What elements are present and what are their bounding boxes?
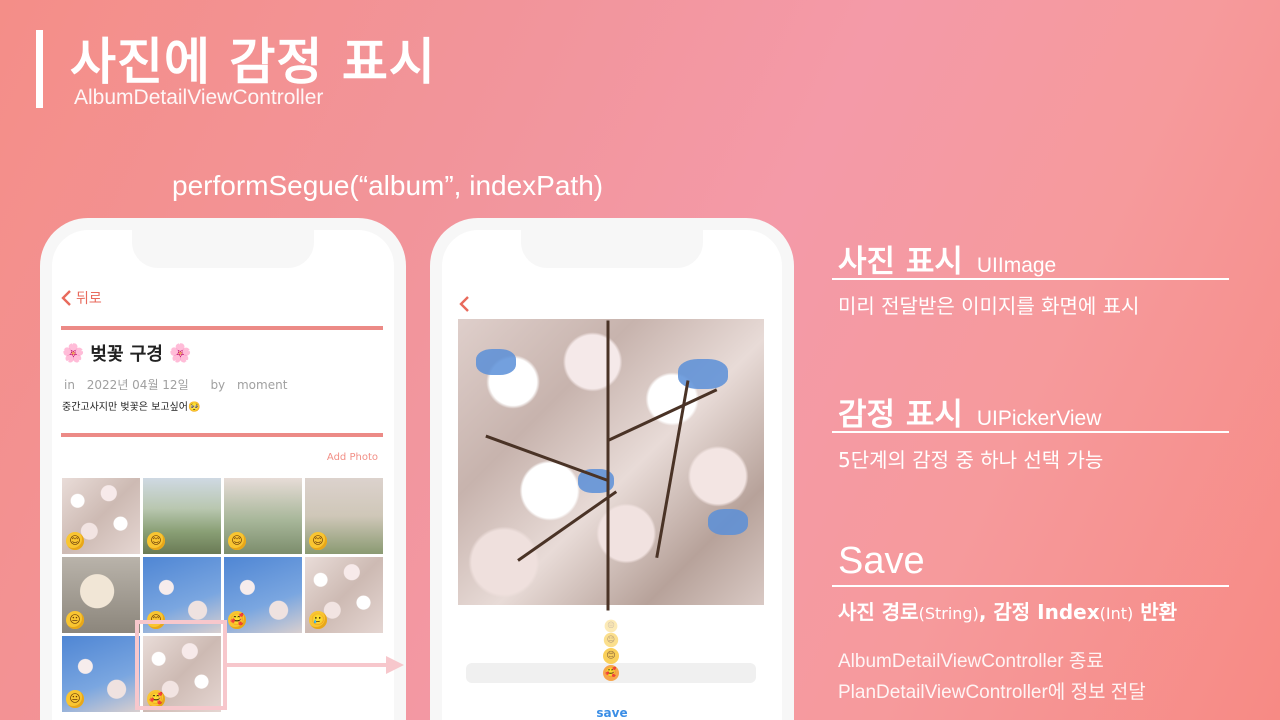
emotion-badge: 😊 [309, 532, 327, 550]
save-section-description: 사진 경로(String), 감정 Index(Int) 반환 [838, 596, 1177, 625]
save-desc-index: 감정 Index [993, 600, 1100, 624]
emotion-badge: 😊 [228, 532, 246, 550]
tree-branch [655, 380, 690, 559]
title-accent-bar [36, 30, 43, 108]
back-label: 뒤로 [76, 291, 102, 307]
photo-tile[interactable]: 🥰 [224, 557, 302, 633]
photo-tile[interactable]: 😐 [62, 636, 140, 712]
photo-tile[interactable]: 😊 [224, 478, 302, 554]
emotion-badge: 🥰 [228, 611, 246, 629]
emotion-badge: 🥲 [309, 611, 327, 629]
tree-branch [485, 434, 609, 482]
save-desc-path: 사진 경로 [838, 600, 919, 624]
emotion-picker[interactable]: 😐 😐 😊 🥰 [466, 618, 756, 688]
photo-tile[interactable]: 😊 [305, 478, 383, 554]
header-divider [61, 326, 383, 330]
content-divider [61, 433, 383, 437]
phone-notch [521, 230, 703, 268]
meta-by: by [210, 378, 226, 392]
add-photo-button[interactable]: Add Photo [327, 452, 378, 463]
save-note: PlanDetailViewController에 정보 전달 [838, 682, 1146, 703]
selected-photo [458, 319, 764, 611]
section-heading-emotion: 감정 표시 UIPickerView [838, 389, 1101, 434]
cherry-blossom-icon: 🌸 [62, 342, 85, 364]
meta-author: moment [236, 378, 288, 392]
back-button[interactable] [458, 294, 470, 318]
chevron-left-icon [61, 290, 71, 306]
section-title: 감정 표시 [838, 397, 963, 433]
album-meta: in 2022년 04월 12일 by moment [64, 376, 295, 393]
cherry-blossom-icon: 🌸 [168, 342, 192, 364]
meta-in: in [64, 378, 75, 392]
save-desc-path-type: (String) [918, 604, 979, 623]
segue-label: performSegue(“album”, indexPath) [172, 170, 604, 201]
back-button[interactable]: 뒤로 [60, 288, 102, 308]
picker-emotion-option[interactable]: 😊 [603, 648, 619, 664]
section-divider [832, 431, 1229, 433]
section-description: 5단계의 감정 중 하나 선택 가능 [838, 448, 1104, 472]
emotion-badge: 😊 [147, 532, 165, 550]
slide-title: 사진에 감정 표시 [70, 33, 436, 91]
picker-emotion-selected[interactable]: 🥰 [603, 665, 619, 681]
section-description: 미리 전달받은 이미지를 화면에 표시 [838, 294, 1140, 318]
section-divider [832, 278, 1229, 280]
album-description: 중간고사지만 벚꽃은 보고싶어🥺 [62, 402, 201, 413]
photo-tile[interactable]: 😊 [62, 478, 140, 554]
emotion-badge: 😐 [66, 690, 84, 708]
save-desc-index-type: (Int) [1099, 604, 1134, 623]
picker-emotion-option[interactable]: 😐 [604, 619, 618, 633]
section-api: UIImage [976, 254, 1057, 277]
save-desc-sep: , [978, 600, 994, 624]
tree-branch [606, 320, 610, 611]
section-divider [832, 585, 1229, 587]
save-button[interactable]: save [442, 706, 782, 720]
save-note: AlbumDetailViewController 종료 [838, 651, 1104, 672]
photo-tile[interactable]: 😐 [62, 557, 140, 633]
sky-patch [476, 349, 516, 375]
picker-emotion-option[interactable]: 😐 [603, 632, 619, 648]
tree-branch [517, 490, 618, 562]
album-title: 🌸 벚꽃 구경 🌸 [62, 340, 191, 366]
section-title: 사진 표시 [838, 244, 963, 280]
emotion-badge: 😊 [66, 532, 84, 550]
slide-subtitle: AlbumDetailViewController [74, 86, 324, 109]
photo-tile[interactable]: 🥲 [305, 557, 383, 633]
photo-detail-phone: 😐 😐 😊 🥰 save [430, 218, 794, 720]
save-section-heading: Save [838, 540, 925, 582]
chevron-left-icon [459, 296, 469, 312]
section-heading-photo: 사진 표시 UIImage [838, 236, 1056, 281]
selected-photo-highlight [135, 620, 227, 710]
photo-tile[interactable]: 😊 [143, 478, 221, 554]
emotion-badge: 😐 [66, 611, 84, 629]
meta-date: 2022년 04월 12일 [86, 378, 189, 392]
album-title-text: 벚꽃 구경 [90, 344, 163, 365]
phone-notch [132, 230, 314, 268]
sky-patch [708, 509, 748, 535]
section-api: UIPickerView [976, 407, 1102, 430]
save-desc-return: 반환 [1133, 600, 1177, 624]
arrow-right-icon [226, 656, 404, 674]
tree-branch [607, 388, 718, 442]
